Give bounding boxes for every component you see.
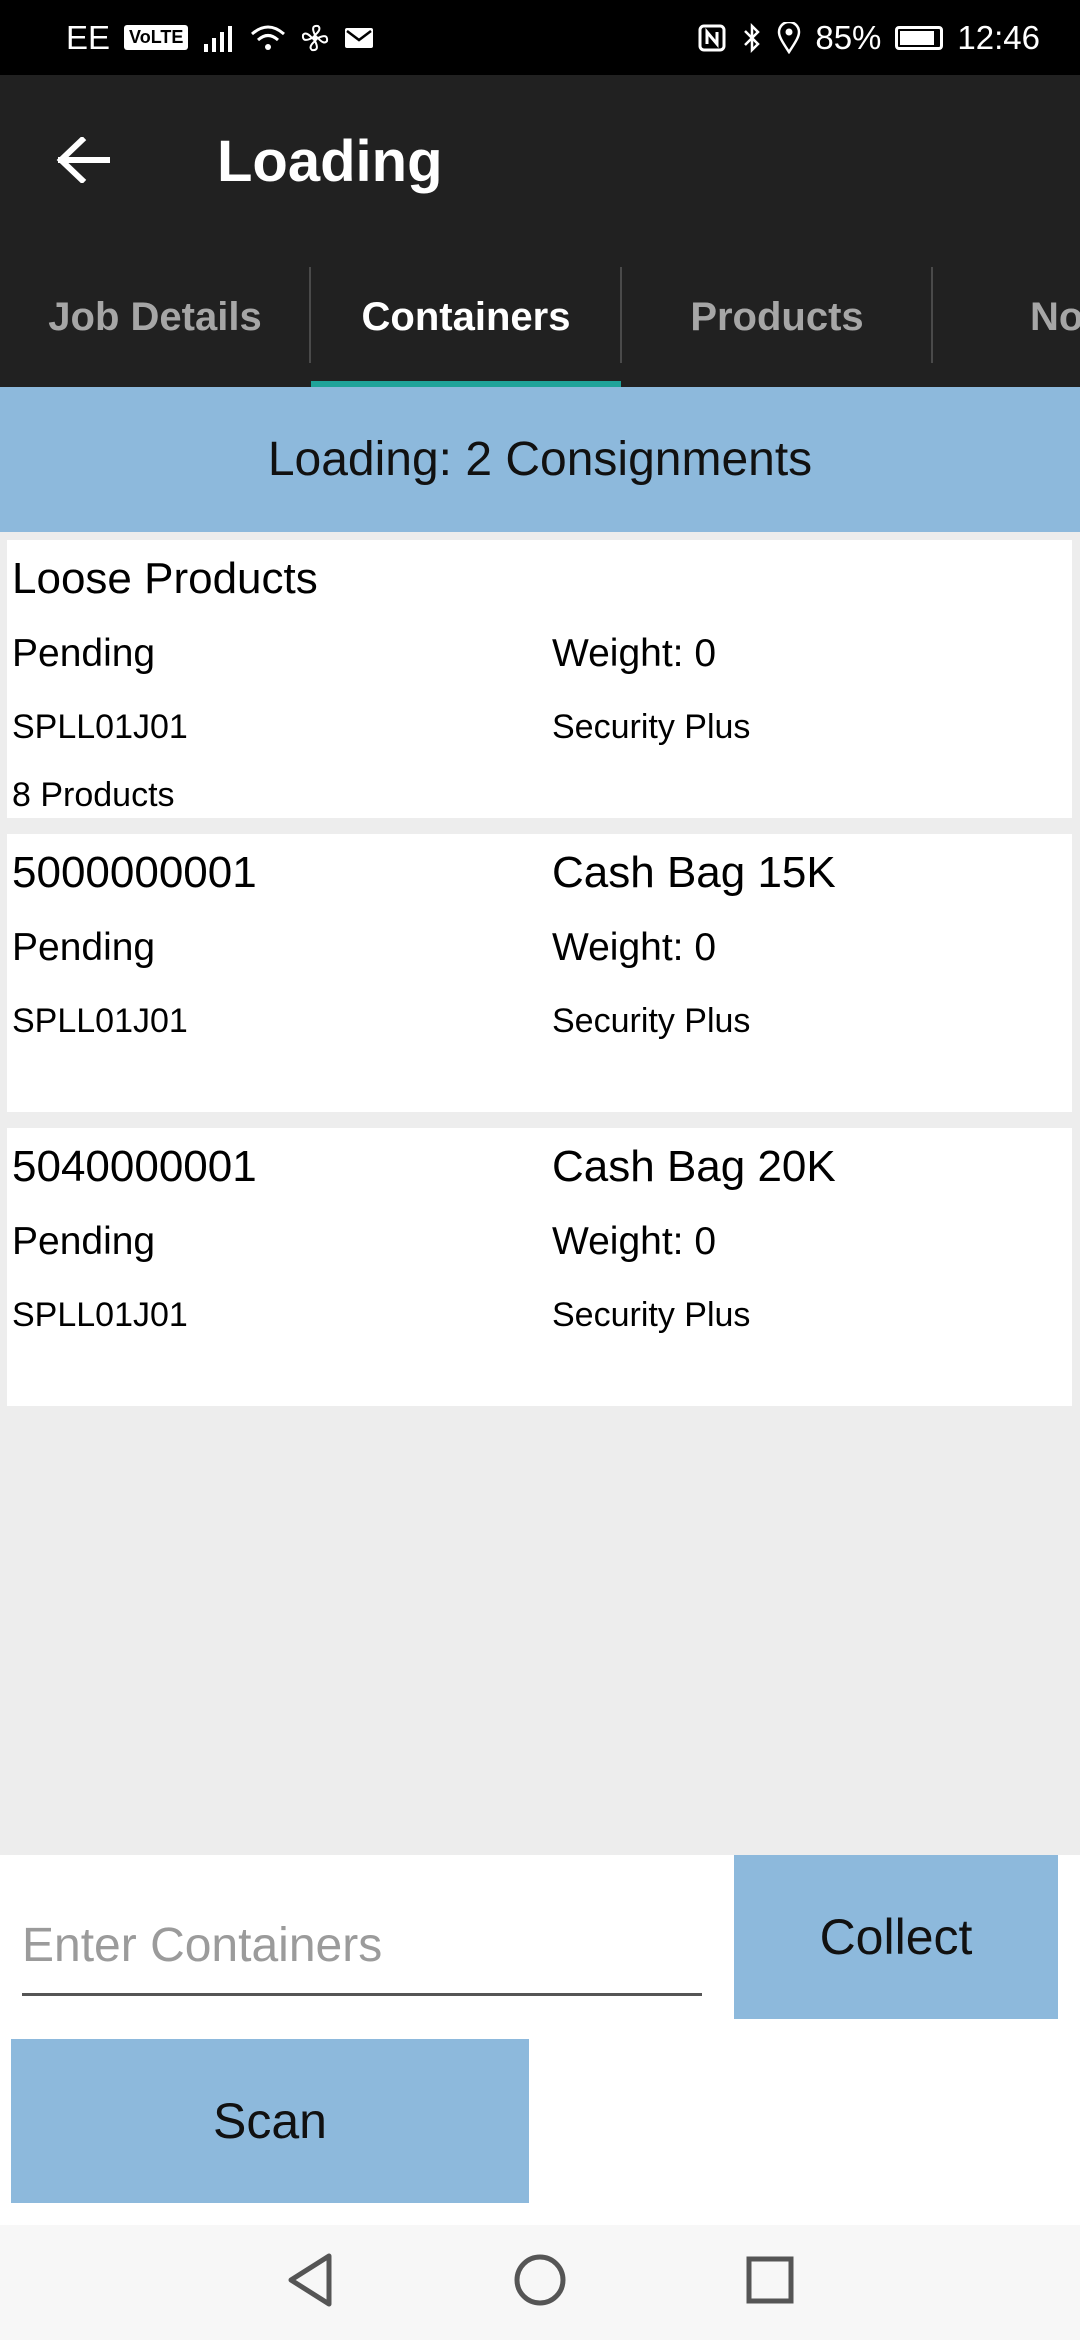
card-weight: Weight: 0: [552, 632, 717, 675]
nav-home-button[interactable]: [500, 2243, 580, 2323]
card-status: Pending: [12, 926, 156, 969]
collect-button[interactable]: Collect: [734, 1855, 1058, 2019]
square-recents-icon: [744, 2254, 796, 2311]
card-code: SPLL01J01: [12, 1296, 188, 1334]
wifi-icon: [250, 24, 286, 52]
carrier-label: EE: [66, 18, 111, 56]
mail-icon: [344, 26, 374, 50]
card-weight: Weight: 0: [552, 926, 717, 969]
bluetooth-icon: [741, 22, 763, 54]
tab-job-details[interactable]: Job Details: [0, 247, 310, 387]
signal-icon: [202, 24, 236, 52]
container-card[interactable]: Loose Products Pending Weight: 0 SPLL01J…: [7, 540, 1072, 818]
card-title: 5040000001: [12, 1142, 257, 1191]
tab-bar: Job Details Containers Products No: [0, 247, 1080, 387]
card-weight: Weight: 0: [552, 1220, 717, 1263]
app-bar: Loading: [0, 75, 1080, 247]
tab-containers[interactable]: Containers: [311, 247, 621, 387]
arrow-left-icon: [56, 135, 110, 188]
battery-percent: 85%: [815, 18, 882, 56]
location-icon: [777, 21, 801, 54]
card-status: Pending: [12, 632, 156, 675]
card-item-type: Cash Bag 20K: [552, 1142, 836, 1191]
tab-products[interactable]: Products: [622, 247, 932, 387]
card-status: Pending: [12, 1220, 156, 1263]
nav-back-button[interactable]: [270, 2243, 350, 2323]
card-product-count: 8 Products: [12, 776, 175, 814]
volte-badge: VoLTE: [124, 25, 189, 50]
card-title: Loose Products: [12, 554, 318, 603]
back-button[interactable]: [46, 125, 120, 199]
card-company: Security Plus: [552, 1002, 751, 1040]
fan-icon: [300, 23, 330, 53]
container-card[interactable]: 5040000001 Cash Bag 20K Pending Weight: …: [7, 1128, 1072, 1406]
battery-icon: [895, 25, 944, 50]
status-bar: EE VoLTE 85% 12:46: [0, 0, 1080, 75]
system-nav-bar: [0, 2225, 1080, 2340]
container-input-wrap: [22, 1900, 702, 1996]
card-company: Security Plus: [552, 708, 751, 746]
nfc-icon: [697, 23, 727, 53]
enter-containers-input[interactable]: [22, 1900, 702, 1990]
clock: 12:46: [957, 18, 1040, 56]
card-item-type: Cash Bag 15K: [552, 848, 836, 897]
triangle-back-icon: [285, 2252, 335, 2313]
page-title: Loading: [217, 129, 443, 194]
circle-home-icon: [512, 2252, 568, 2313]
consignment-summary: Loading: 2 Consignments: [0, 387, 1080, 532]
status-right: 85% 12:46: [697, 19, 1040, 57]
nav-recents-button[interactable]: [730, 2243, 810, 2323]
container-card[interactable]: 5000000001 Cash Bag 15K Pending Weight: …: [7, 834, 1072, 1112]
card-title: 5000000001: [12, 848, 257, 897]
tab-notes[interactable]: No: [933, 247, 1080, 387]
card-company: Security Plus: [552, 1296, 751, 1334]
scan-button[interactable]: Scan: [11, 2039, 529, 2203]
status-left: EE VoLTE: [66, 19, 374, 57]
card-code: SPLL01J01: [12, 1002, 188, 1040]
card-code: SPLL01J01: [12, 708, 188, 746]
